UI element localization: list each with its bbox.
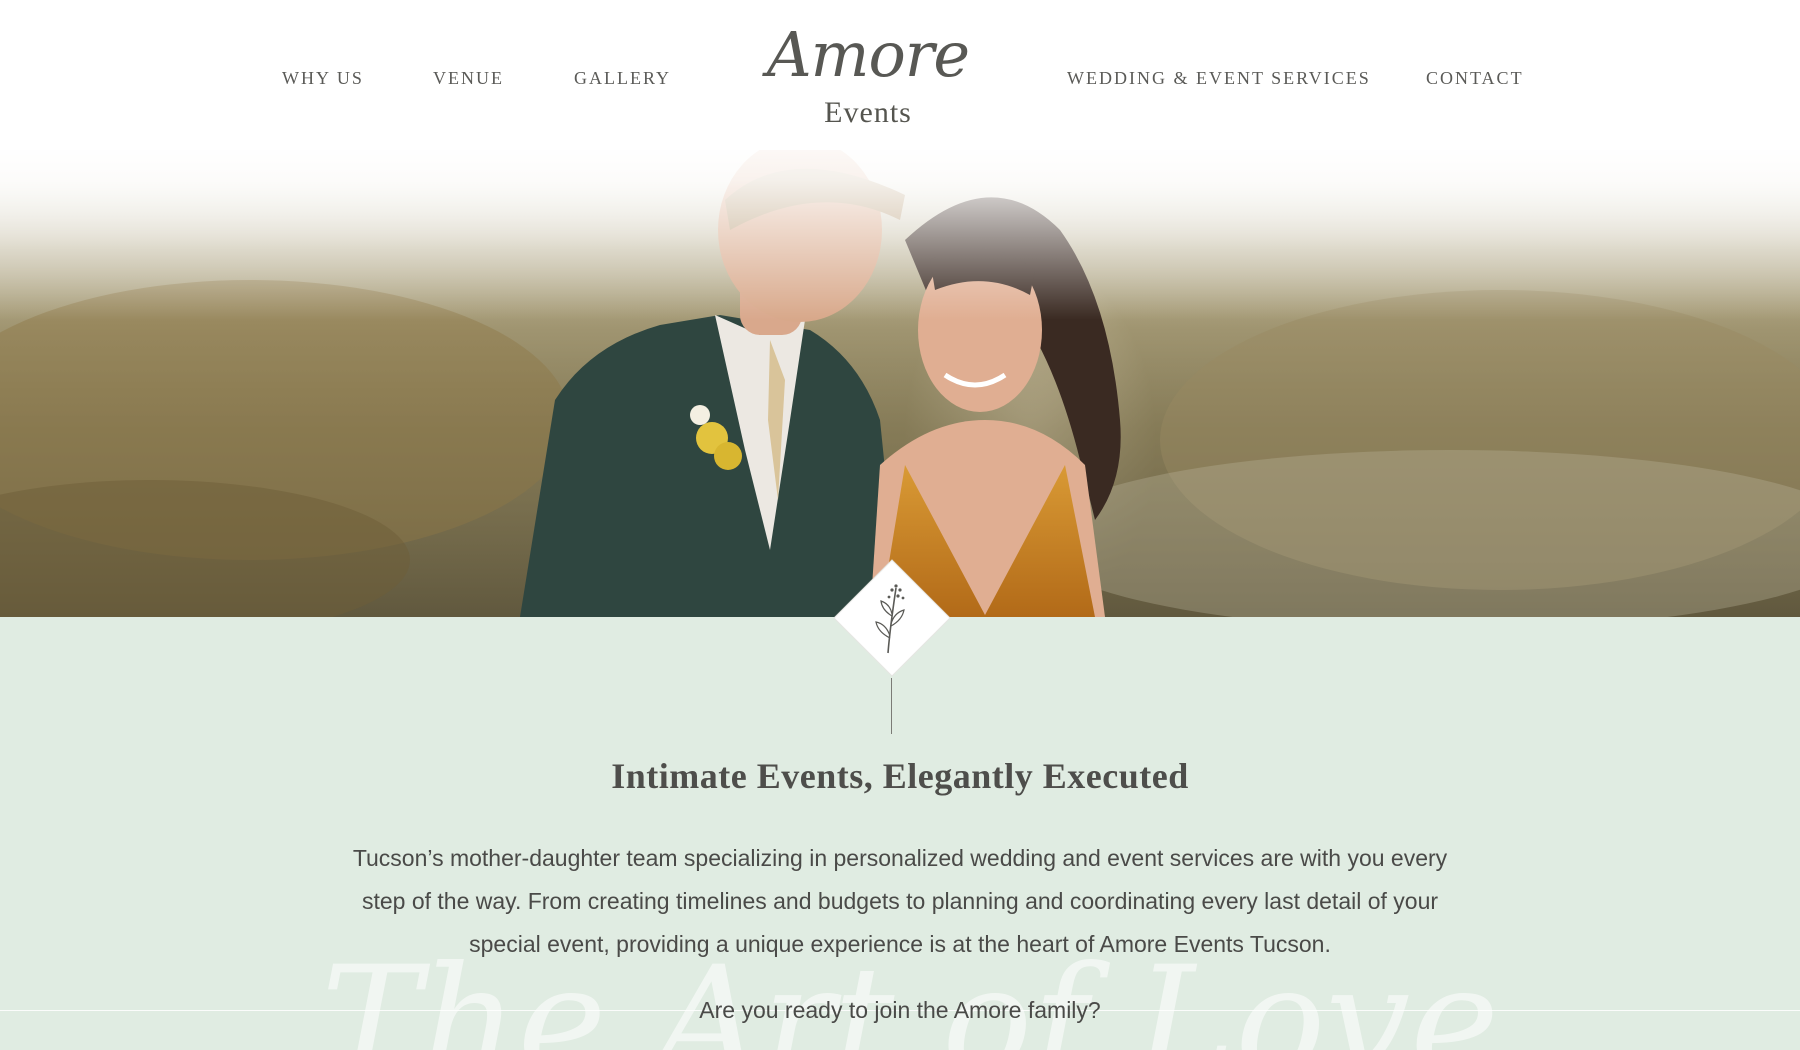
emblem-connector-line xyxy=(891,678,892,734)
intro-title: Intimate Events, Elegantly Executed xyxy=(611,756,1189,796)
nav-wedding-event-services[interactable]: WEDDING & EVENT SERVICES xyxy=(1067,68,1371,89)
intro-section: The Art of Love Intimate Events, Elegant… xyxy=(0,617,1800,1050)
hero-top-fade xyxy=(0,120,1800,320)
intro-question: Are you ready to join the Amore family? xyxy=(699,997,1101,1023)
nav-contact[interactable]: CONTACT xyxy=(1426,68,1524,89)
botanical-sprig-icon xyxy=(833,559,951,677)
logo-sub-text: Events xyxy=(824,96,912,129)
site-logo[interactable]: Amore Events xyxy=(760,24,976,134)
diamond-emblem xyxy=(832,558,952,678)
nav-venue[interactable]: VENUE xyxy=(433,68,504,89)
hero-image xyxy=(0,120,1800,617)
intro-body: Tucson’s mother-daughter team specializi… xyxy=(352,845,1448,957)
site-header: WHY US VENUE GALLERY Amore Events WEDDIN… xyxy=(0,0,1800,150)
nav-why-us[interactable]: WHY US xyxy=(282,68,364,89)
logo-script-text: Amore xyxy=(766,18,970,91)
nav-gallery[interactable]: GALLERY xyxy=(574,68,671,89)
